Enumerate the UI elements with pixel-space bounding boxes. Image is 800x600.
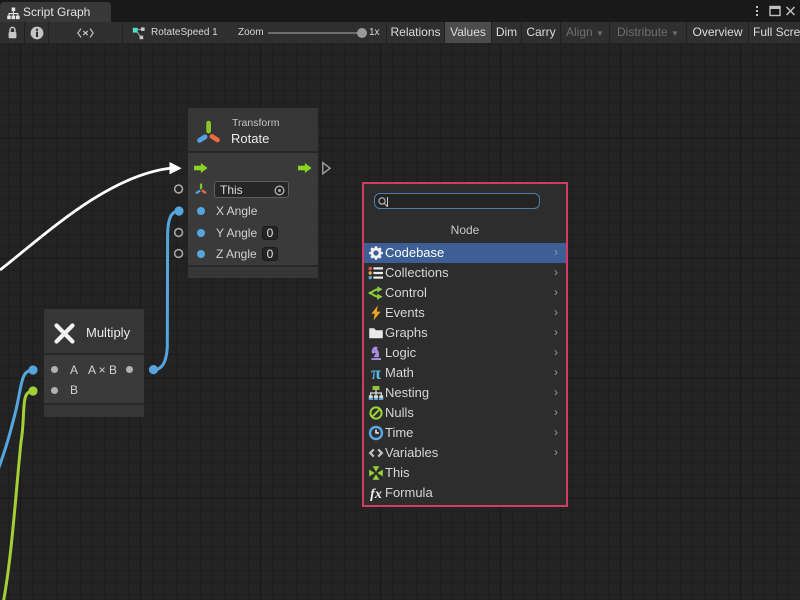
svg-text:fx: fx [370,487,382,501]
svg-text:π: π [371,365,381,381]
